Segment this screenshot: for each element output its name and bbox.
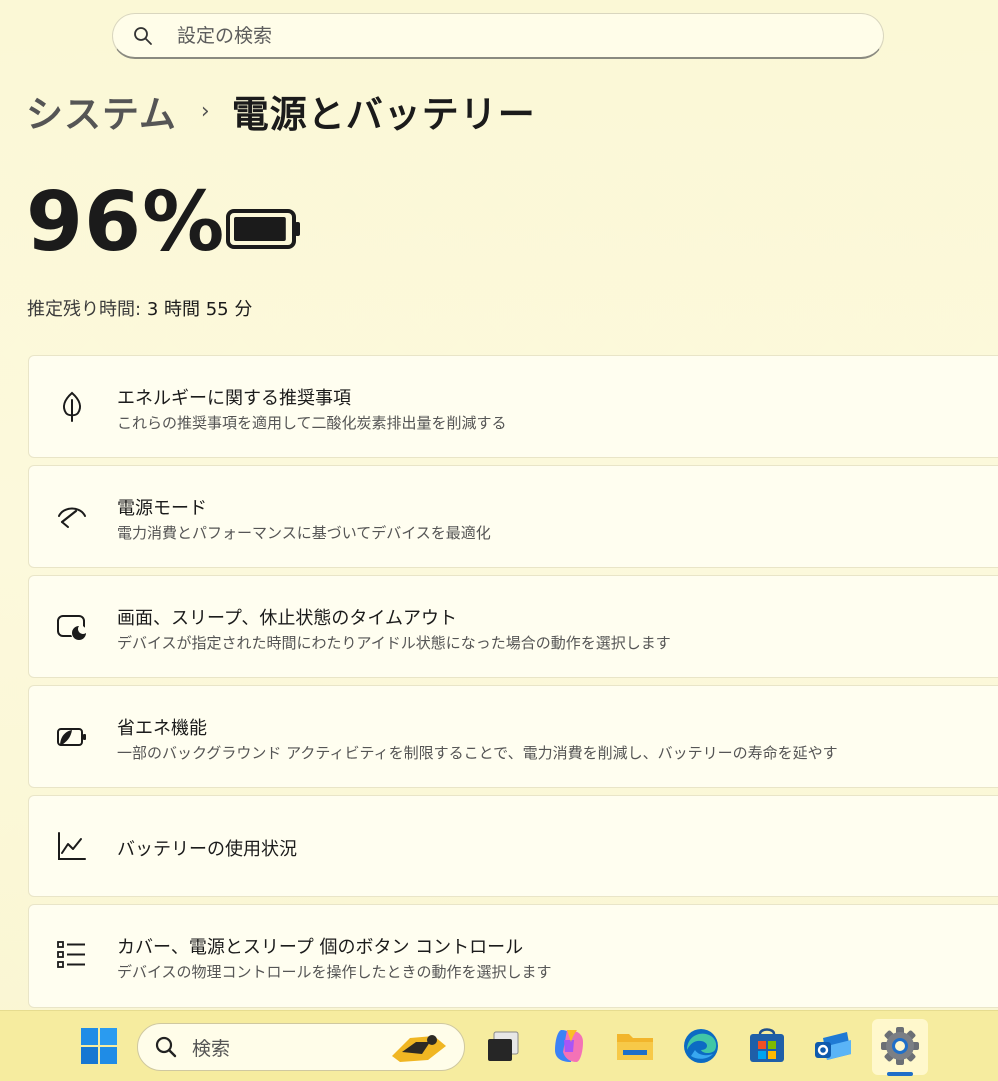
card-title: カバー、電源とスリープ 個のボタン コントロール (117, 937, 524, 958)
breadcrumb-system-link[interactable]: システム (26, 84, 177, 138)
battery-percentage: 96% (26, 175, 226, 270)
active-app-indicator (887, 1072, 913, 1076)
screen-sleep-icon (57, 615, 87, 641)
search-icon (155, 1036, 177, 1058)
taskbar: 検索 (0, 1010, 998, 1081)
list-icon (57, 941, 85, 968)
task-view-icon[interactable] (482, 1024, 526, 1068)
search-highlight-icon (392, 1035, 446, 1062)
estimated-remaining-time: 推定残り時間: 3 時間 55 分 (27, 295, 252, 321)
remaining-value: 3 時間 55 分 (146, 299, 253, 320)
breadcrumb: システム › 電源とバッテリー (26, 86, 536, 136)
taskbar-search-label: 検索 (192, 1037, 231, 1060)
card-title: 省エネ機能 (117, 718, 207, 739)
card-description: デバイスの物理コントロールを操作したときの動作を選択します (117, 963, 552, 981)
card-description: これらの推奨事項を適用して二酸化炭素排出量を削減する (117, 414, 507, 432)
card-description: デバイスが指定された時間にわたりアイドル状態になった場合の動作を選択します (117, 634, 671, 652)
settings-search-box[interactable] (112, 13, 884, 59)
windows-start-icon[interactable] (77, 1024, 121, 1068)
taskbar-search-box[interactable]: 検索 (137, 1023, 465, 1071)
chart-line-icon (58, 832, 86, 860)
screen-sleep-timeout-card[interactable]: 画面、スリープ、休止状態のタイムアウト デバイスが指定された時間にわたりアイドル… (28, 575, 998, 678)
copilot-icon[interactable] (547, 1024, 591, 1068)
energy-recommendations-card[interactable]: エネルギーに関する推奨事項 これらの推奨事項を適用して二酸化炭素排出量を削減する (28, 355, 998, 458)
settings-icon[interactable] (878, 1024, 922, 1068)
lid-power-buttons-card[interactable]: カバー、電源とスリープ 個のボタン コントロール デバイスの物理コントロールを操… (28, 904, 998, 1008)
remaining-label: 推定残り時間: (27, 299, 142, 320)
card-title: 画面、スリープ、休止状態のタイムアウト (117, 608, 458, 629)
breadcrumb-separator: › (200, 98, 210, 124)
search-icon (134, 26, 152, 45)
power-mode-card[interactable]: 電源モード 電力消費とパフォーマンスに基づいてデバイスを最適化 (28, 465, 998, 568)
card-description: 電力消費とパフォーマンスに基づいてデバイスを最適化 (117, 524, 491, 542)
card-description: 一部のバックグラウンド アクティビティを制限することで、電力消費を削減し、バッテ… (117, 744, 838, 762)
page-title: 電源とバッテリー (231, 93, 536, 136)
gauge-icon (58, 507, 86, 528)
store-icon[interactable] (745, 1024, 789, 1068)
energy-saver-card[interactable]: 省エネ機能 一部のバックグラウンド アクティビティを制限することで、電力消費を削… (28, 685, 998, 788)
battery-icon (226, 209, 300, 249)
search-input[interactable] (175, 23, 779, 48)
leaf-icon (63, 391, 81, 422)
card-title: 電源モード (117, 498, 207, 519)
card-title: バッテリーの使用状況 (117, 839, 297, 860)
battery-saver-icon (57, 728, 86, 746)
edge-icon[interactable] (679, 1024, 723, 1068)
outlook-icon[interactable] (811, 1024, 855, 1068)
file-explorer-icon[interactable] (613, 1024, 657, 1068)
card-title: エネルギーに関する推奨事項 (117, 388, 351, 409)
battery-usage-card[interactable]: バッテリーの使用状況 (28, 795, 998, 897)
